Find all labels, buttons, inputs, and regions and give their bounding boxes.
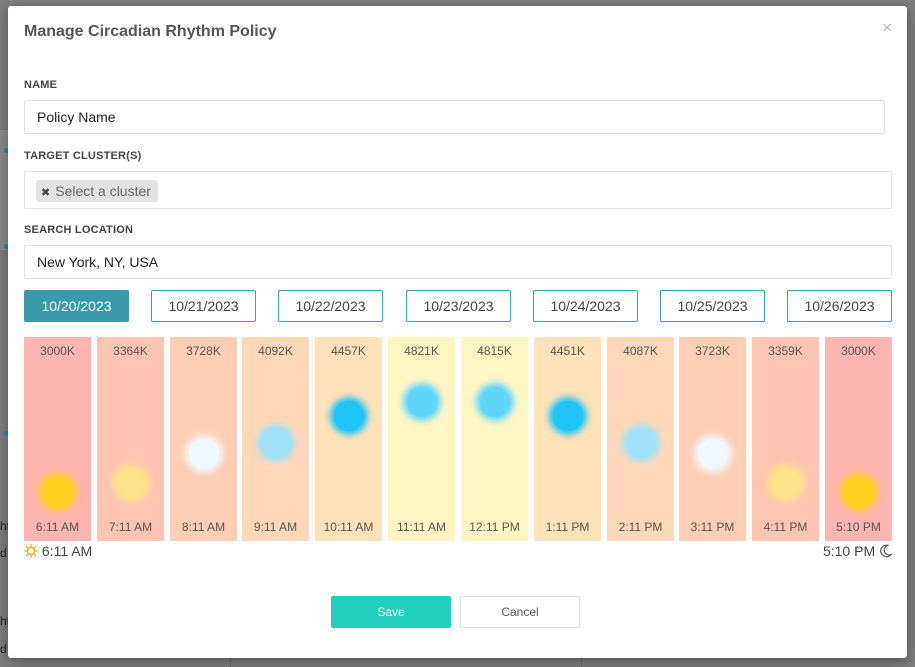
color-temperature-label: 4821K (404, 344, 439, 358)
schedule-bar: 4815K 12:11 PM (461, 337, 528, 541)
name-value: Policy Name (37, 109, 116, 125)
cluster-label: TARGET CLUSTER(S) (24, 150, 142, 162)
sunset-time: 5:10 PM (822, 543, 876, 559)
time-label: 2:11 PM (618, 520, 663, 534)
light-orb-icon (333, 400, 364, 431)
circadian-schedule: 3000K 6:11 AM 3364K 7:11 AM 3728K 8:11 AM 4092… (24, 337, 892, 541)
color-temperature-label: 4087K (623, 344, 658, 358)
date-tab[interactable]: 10/21/2023 (151, 290, 256, 322)
time-label: 8:11 AM (181, 520, 226, 534)
color-temperature-label: 4457K (331, 344, 366, 358)
cancel-button[interactable]: Cancel (460, 596, 580, 628)
sunrise-time: 6:11 AM (41, 543, 93, 559)
schedule-bar: 3723K 3:11 PM (679, 337, 746, 541)
light-orb-icon (406, 387, 437, 417)
time-label: 6:11 AM (35, 520, 80, 534)
light-orb-icon (625, 427, 656, 458)
cluster-select[interactable]: ✖ Select a cluster (24, 171, 892, 209)
schedule-bar: 3359K 4:11 PM (752, 337, 819, 541)
time-label: 12:11 PM (469, 520, 520, 534)
color-temperature-label: 3723K (695, 344, 730, 358)
location-search-input[interactable]: New York, NY, USA (24, 245, 892, 279)
moon-icon (880, 544, 893, 558)
color-temperature-label: 4815K (477, 344, 512, 358)
light-orb-icon (770, 468, 801, 498)
date-tab[interactable]: 10/23/2023 (406, 290, 511, 322)
background-divider (230, 658, 231, 667)
light-orb-icon (843, 477, 874, 507)
date-tabs: 10/20/2023 10/21/2023 10/22/2023 10/23/2023… (24, 290, 892, 322)
date-tab[interactable]: 10/24/2023 (533, 290, 638, 322)
color-temperature-label: 3000K (40, 344, 75, 358)
time-label: 3:11 PM (690, 520, 735, 534)
time-label: 10:11 AM (323, 520, 374, 534)
color-temperature-label: 4451K (550, 344, 585, 358)
close-icon[interactable]: × (882, 19, 892, 36)
color-temperature-label: 3359K (768, 344, 803, 358)
date-tab[interactable]: 10/22/2023 (278, 290, 383, 322)
location-value: New York, NY, USA (37, 254, 159, 270)
cluster-tag-label: Select a cluster (55, 183, 151, 199)
date-tab[interactable]: 10/26/2023 (787, 290, 892, 322)
color-temperature-label: 3000K (841, 344, 876, 358)
color-temperature-label: 3728K (186, 344, 221, 358)
time-label: 9:11 AM (253, 520, 298, 534)
time-label: 5:10 PM (836, 520, 881, 534)
sunrise-info: 6:11 AM (24, 543, 92, 559)
schedule-bar: 3000K 6:11 AM (24, 337, 91, 541)
save-button[interactable]: Save (331, 596, 451, 628)
light-orb-icon (552, 400, 583, 431)
light-orb-icon (479, 387, 510, 417)
dialog-title: Manage Circadian Rhythm Policy (24, 23, 277, 40)
color-temperature-label: 3364K (113, 344, 148, 358)
schedule-bar: 3364K 7:11 AM (97, 337, 164, 541)
color-temperature-label: 4092K (258, 344, 293, 358)
date-tab[interactable]: 10/25/2023 (660, 290, 765, 322)
name-label: NAME (24, 79, 58, 91)
name-input[interactable]: Policy Name (24, 100, 885, 134)
location-label: SEARCH LOCATION (24, 224, 134, 236)
light-orb-icon (260, 427, 291, 458)
schedule-bar: 4821K 11:11 AM (388, 337, 455, 541)
time-label: 4:11 PM (763, 520, 808, 534)
time-label: 11:11 AM (397, 520, 446, 534)
light-orb-icon (115, 468, 146, 498)
remove-tag-icon[interactable]: ✖ (41, 187, 50, 199)
schedule-bar: 3728K 8:11 AM (170, 337, 237, 541)
schedule-bar: 4087K 2:11 PM (607, 337, 674, 541)
background-divider (581, 658, 582, 667)
schedule-bar: 3000K 5:10 PM (825, 337, 892, 541)
schedule-bar: 4092K 9:11 AM (242, 337, 309, 541)
sunset-info: 5:10 PM (822, 543, 893, 559)
cluster-tag[interactable]: ✖ Select a cluster (36, 180, 158, 202)
sun-icon (24, 544, 38, 558)
schedule-bar: 4457K 10:11 AM (315, 337, 382, 541)
light-orb-icon (188, 439, 219, 470)
policy-dialog: Manage Circadian Rhythm Policy × NAME Po… (8, 6, 907, 658)
schedule-bar: 4451K 1:11 PM (534, 337, 601, 541)
time-label: 7:11 AM (108, 520, 153, 534)
time-label: 1:11 PM (545, 520, 590, 534)
light-orb-icon (42, 477, 73, 507)
light-orb-icon (697, 439, 728, 470)
date-tab[interactable]: 10/20/2023 (24, 290, 129, 322)
